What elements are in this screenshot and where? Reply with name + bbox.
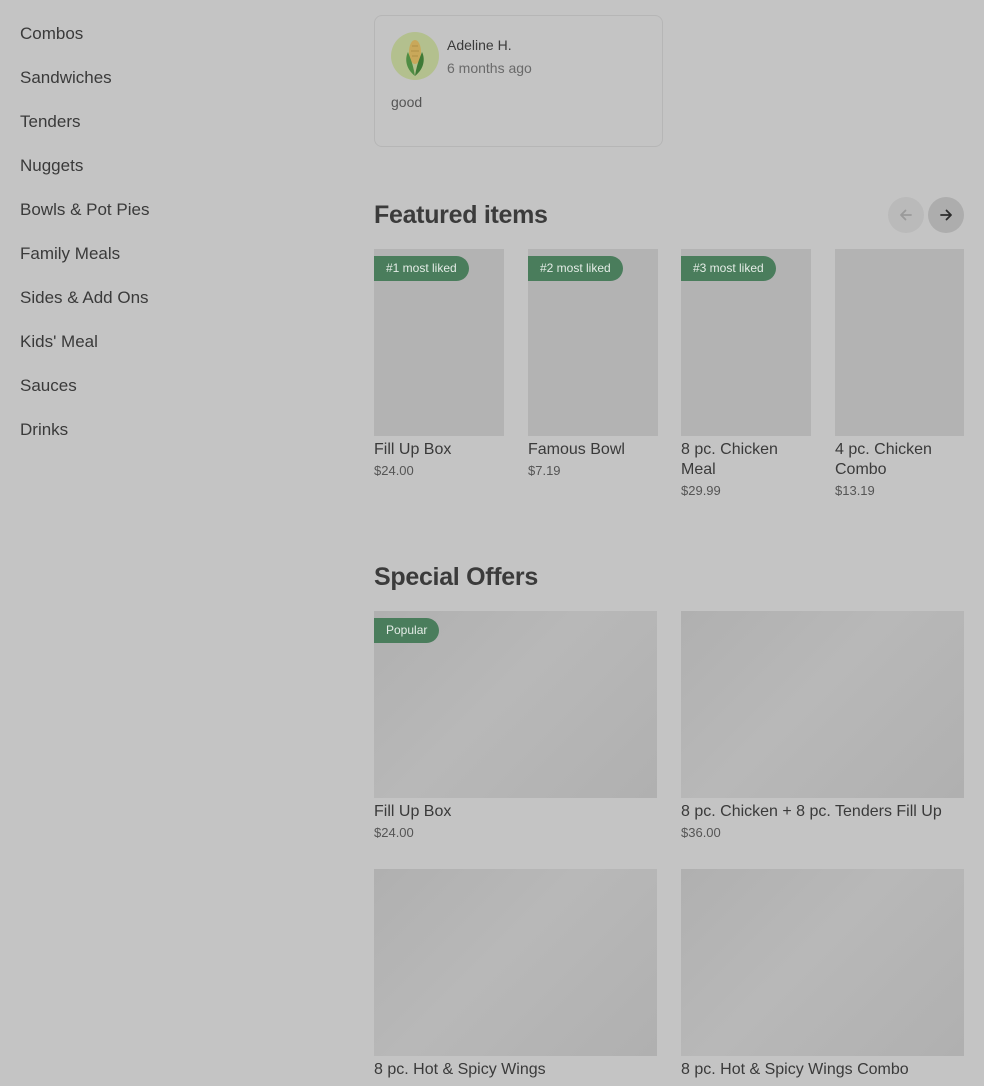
arrow-right-icon (940, 209, 952, 221)
carousel-next-button[interactable] (928, 197, 964, 233)
sidebar-item-family-meals[interactable]: Family Meals (20, 244, 120, 264)
sidebar-item-drinks[interactable]: Drinks (20, 420, 68, 440)
special-offers-title: Special Offers (374, 563, 538, 591)
sidebar-item-sauces[interactable]: Sauces (20, 376, 77, 396)
featured-items-title: Featured items (374, 201, 548, 229)
item-name: 8 pc. Chicken Meal (681, 441, 778, 478)
item-price: $24.00 (374, 463, 414, 478)
offer-item-card[interactable]: 8 pc. Hot & Spicy Wings Combo (681, 869, 964, 1080)
item-name: Fill Up Box (374, 803, 452, 820)
item-name: 8 pc. Hot & Spicy Wings (374, 1061, 546, 1078)
review-text: good (391, 94, 423, 110)
item-name: Famous Bowl (528, 441, 625, 458)
item-name: 8 pc. Hot & Spicy Wings Combo (681, 1061, 909, 1078)
item-image: #2 most liked (528, 249, 658, 436)
featured-item-card[interactable]: #3 most liked 8 pc. Chicken Meal $29.99 (681, 249, 811, 498)
item-name: 8 pc. Chicken + 8 pc. Tenders Fill Up (681, 803, 942, 820)
item-name: 4 pc. Chicken Combo (835, 441, 932, 478)
featured-item-card[interactable]: #1 most liked Fill Up Box $24.00 (374, 249, 504, 478)
item-image: Popular (374, 611, 657, 798)
item-price: $24.00 (374, 825, 414, 840)
rank-badge: #2 most liked (528, 256, 623, 281)
sidebar-item-nuggets[interactable]: Nuggets (20, 156, 83, 176)
sidebar-item-tenders[interactable]: Tenders (20, 112, 80, 132)
rank-badge: #1 most liked (374, 256, 469, 281)
item-price: $7.19 (528, 463, 561, 478)
item-price: $29.99 (681, 483, 721, 498)
arrow-left-icon (900, 209, 912, 221)
sidebar-item-sandwiches[interactable]: Sandwiches (20, 68, 112, 88)
item-price: $13.19 (835, 483, 875, 498)
offer-item-card[interactable]: 8 pc. Hot & Spicy Wings (374, 869, 657, 1080)
review-time: 6 months ago (447, 60, 532, 76)
sidebar-item-kids-meal[interactable]: Kids' Meal (20, 332, 98, 352)
item-image (681, 611, 964, 798)
sidebar-item-bowls-pot-pies[interactable]: Bowls & Pot Pies (20, 200, 149, 220)
offer-item-card[interactable]: 8 pc. Chicken + 8 pc. Tenders Fill Up $3… (681, 611, 964, 840)
offer-item-card[interactable]: Popular Fill Up Box $24.00 (374, 611, 657, 840)
review-card[interactable]: Adeline H. 6 months ago good (374, 15, 663, 147)
item-name: Fill Up Box (374, 441, 452, 458)
item-price: $36.00 (681, 825, 721, 840)
popular-badge: Popular (374, 618, 440, 643)
carousel-prev-button[interactable] (888, 197, 924, 233)
reviewer-name: Adeline H. (447, 37, 512, 53)
sidebar-item-combos[interactable]: Combos (20, 24, 83, 44)
corn-icon (406, 40, 424, 76)
item-image (835, 249, 964, 436)
rank-badge: #3 most liked (681, 256, 776, 281)
featured-item-card[interactable]: #2 most liked Famous Bowl $7.19 (528, 249, 658, 478)
item-image (374, 869, 657, 1056)
featured-item-card[interactable]: 4 pc. Chicken Combo $13.19 (835, 249, 964, 498)
item-image (681, 869, 964, 1056)
reviewer-avatar (391, 32, 439, 80)
item-image: #1 most liked (374, 249, 504, 436)
sidebar-item-sides-add-ons[interactable]: Sides & Add Ons (20, 288, 149, 308)
item-image: #3 most liked (681, 249, 811, 436)
